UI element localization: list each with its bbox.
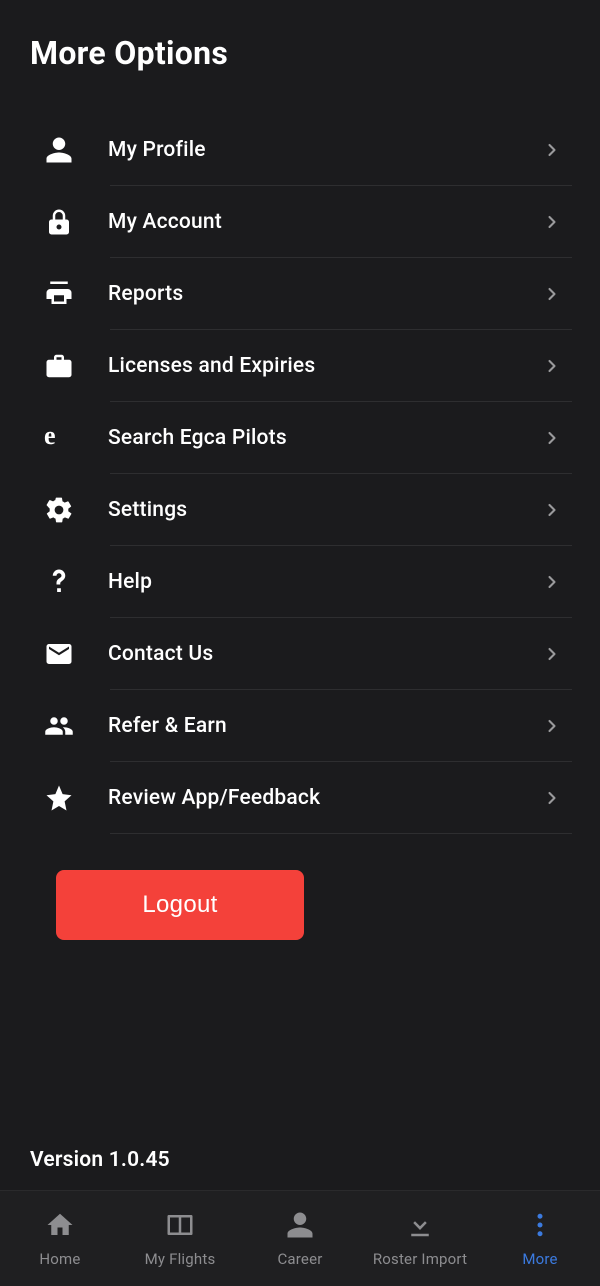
egca-e-icon: e xyxy=(28,423,90,453)
menu-item-contact[interactable]: Contact Us xyxy=(28,618,572,690)
chevron-right-icon xyxy=(532,572,572,592)
home-icon xyxy=(45,1210,75,1244)
menu-item-account[interactable]: My Account xyxy=(28,186,572,258)
menu-label: Licenses and Expiries xyxy=(90,354,532,378)
menu-item-licenses[interactable]: Licenses and Expiries xyxy=(28,330,572,402)
book-icon xyxy=(165,1210,195,1244)
gear-icon xyxy=(28,495,90,525)
menu-item-help[interactable]: Help xyxy=(28,546,572,618)
chevron-right-icon xyxy=(532,644,572,664)
menu-label: My Profile xyxy=(90,138,532,162)
nav-label: More xyxy=(522,1250,557,1268)
nav-label: Roster Import xyxy=(373,1250,467,1268)
nav-label: Home xyxy=(39,1250,80,1268)
nav-item-roster[interactable]: Roster Import xyxy=(360,1191,480,1286)
chevron-right-icon xyxy=(532,716,572,736)
people-icon xyxy=(28,711,90,741)
printer-icon xyxy=(28,279,90,309)
download-icon xyxy=(405,1210,435,1244)
menu-label: Refer & Earn xyxy=(90,714,532,738)
mail-icon xyxy=(28,639,90,669)
page-title: More Options xyxy=(30,34,572,72)
nav-item-home[interactable]: Home xyxy=(0,1191,120,1286)
person-icon xyxy=(285,1210,315,1244)
chevron-right-icon xyxy=(532,284,572,304)
briefcase-icon xyxy=(28,351,90,381)
menu-list: My Profile My Account Reports xyxy=(28,114,572,834)
menu-label: Settings xyxy=(90,498,532,522)
menu-item-reports[interactable]: Reports xyxy=(28,258,572,330)
menu-label: Help xyxy=(90,570,532,594)
menu-item-settings[interactable]: Settings xyxy=(28,474,572,546)
menu-label: Contact Us xyxy=(90,642,532,666)
chevron-right-icon xyxy=(532,212,572,232)
menu-item-refer[interactable]: Refer & Earn xyxy=(28,690,572,762)
star-icon xyxy=(28,783,90,813)
more-vertical-icon xyxy=(525,1210,555,1244)
version-text: Version 1.0.45 xyxy=(30,1148,572,1172)
lock-icon xyxy=(28,207,90,237)
menu-label: Review App/Feedback xyxy=(90,786,532,810)
menu-item-egca[interactable]: e Search Egca Pilots xyxy=(28,402,572,474)
menu-label: Reports xyxy=(90,282,532,306)
nav-item-more[interactable]: More xyxy=(480,1191,600,1286)
question-icon xyxy=(28,567,90,597)
nav-label: My Flights xyxy=(145,1250,216,1268)
logout-button[interactable]: Logout xyxy=(56,870,304,940)
chevron-right-icon xyxy=(532,500,572,520)
person-icon xyxy=(28,135,90,165)
menu-label: Search Egca Pilots xyxy=(90,426,532,450)
chevron-right-icon xyxy=(532,428,572,448)
bottom-nav: Home My Flights Career Roster Import Mor… xyxy=(0,1190,600,1286)
nav-item-flights[interactable]: My Flights xyxy=(120,1191,240,1286)
chevron-right-icon xyxy=(532,356,572,376)
nav-item-career[interactable]: Career xyxy=(240,1191,360,1286)
menu-label: My Account xyxy=(90,210,532,234)
chevron-right-icon xyxy=(532,140,572,160)
chevron-right-icon xyxy=(532,788,572,808)
divider xyxy=(110,833,572,834)
menu-item-review[interactable]: Review App/Feedback xyxy=(28,762,572,834)
menu-item-profile[interactable]: My Profile xyxy=(28,114,572,186)
nav-label: Career xyxy=(277,1250,322,1268)
